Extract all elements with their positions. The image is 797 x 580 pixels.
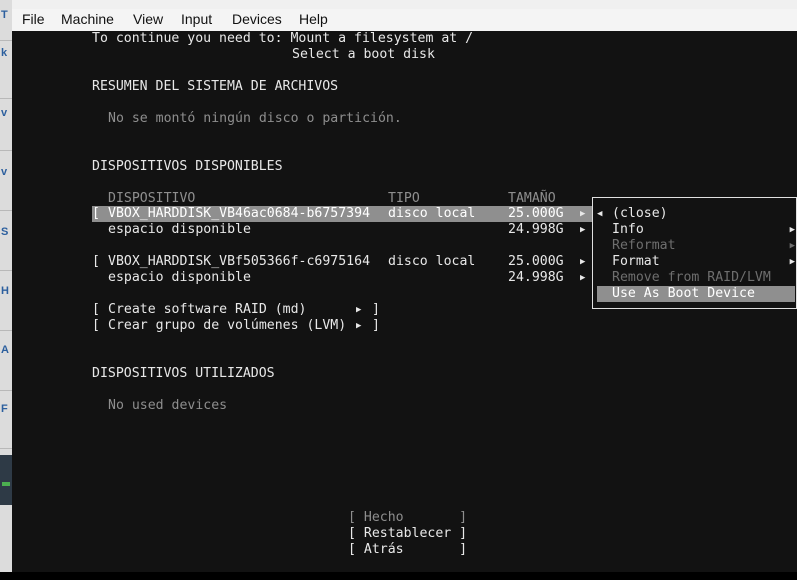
disk-bracket: [ [92, 206, 100, 221]
menu-item-label: Reformat [612, 238, 676, 253]
header-line-2: Select a boot disk [292, 47, 435, 62]
menu-input[interactable]: Input [181, 11, 212, 27]
chevron-left-icon: ◀ [597, 209, 603, 219]
bracket-open: [ [92, 318, 100, 333]
menu-item-label: Use As Boot Device [612, 286, 755, 301]
menu-item-reformat: Reformat ▶ [597, 238, 795, 254]
column-header-size: TAMAÑO [508, 191, 556, 206]
vm-menubar: File Machine View Input Devices Help [12, 9, 797, 31]
reset-button[interactable]: [ Restablecer ] [348, 526, 467, 542]
create-raid-label: Create software RAID (md) [108, 302, 307, 317]
free-space-arrow-icon[interactable]: ▶ [580, 270, 585, 286]
disk-name: VBOX_HARDDISK_VB46ac0684-b6757394 [108, 206, 371, 221]
menu-help[interactable]: Help [299, 11, 328, 27]
summary-empty-text: No se montó ningún disco o partición. [108, 111, 402, 126]
header-line-1: To continue you need to: Mount a filesys… [92, 31, 474, 46]
menu-item-label: Info [612, 222, 644, 237]
create-lvm-label: Crear grupo de volúmenes (LVM) [108, 318, 347, 333]
background-window-strip: T k v v S H A F F [0, 0, 12, 580]
disk-menu-arrow-icon[interactable]: ▶ [580, 254, 585, 270]
strip-letter: A [1, 344, 9, 356]
free-space-size: 24.998G [508, 222, 564, 237]
menu-item-info[interactable]: Info ▶ [597, 222, 795, 238]
free-space-label: espacio disponible [108, 270, 251, 285]
free-space-label: espacio disponible [108, 222, 251, 237]
disk-type: disco local [388, 254, 476, 269]
done-button[interactable]: [ Hecho ] [348, 510, 467, 526]
menu-item-format[interactable]: Format ▶ [597, 254, 795, 270]
menu-machine[interactable]: Machine [61, 11, 114, 27]
chevron-right-icon: ▶ [789, 241, 795, 251]
strip-letter: F [1, 403, 8, 415]
available-title: DISPOSITIVOS DISPONIBLES [92, 159, 283, 174]
disk-row-2[interactable]: [ VBOX_HARDDISK_VBf505366f-c6975164 disc… [92, 254, 592, 270]
disk-name: VBOX_HARDDISK_VBf505366f-c6975164 [108, 254, 371, 269]
vm-bottom-edge [0, 572, 797, 580]
used-empty-text: No used devices [108, 398, 228, 413]
strip-letter: v [1, 107, 8, 119]
chevron-right-icon: ▶ [789, 257, 795, 267]
menu-view[interactable]: View [133, 11, 163, 27]
bracket-close: ] [372, 302, 380, 317]
column-header-device: DISPOSITIVO [108, 191, 196, 206]
disk-size: 25.000G [508, 206, 564, 221]
menu-item-remove-raid-lvm: Remove from RAID/LVM [597, 270, 795, 286]
free-space-size: 24.998G [508, 270, 564, 285]
menu-item-label: Format [612, 254, 660, 269]
bracket-close: ] [372, 318, 380, 333]
disk-row-1[interactable]: [ VBOX_HARDDISK_VB46ac0684-b6757394 disc… [92, 206, 592, 222]
column-header-type: TIPO [388, 191, 420, 206]
menu-item-label: (close) [612, 206, 668, 221]
chevron-right-icon: ▶ [789, 225, 795, 235]
strip-letter: T [1, 9, 8, 21]
disk-type: disco local [388, 206, 476, 221]
summary-title: RESUMEN DEL SISTEMA DE ARCHIVOS [92, 79, 339, 94]
menu-devices[interactable]: Devices [232, 11, 282, 27]
menu-item-use-as-boot[interactable]: Use As Boot Device [597, 286, 795, 302]
bracket-open: [ [92, 302, 100, 317]
used-title: DISPOSITIVOS UTILIZADOS [92, 366, 275, 381]
strip-letter: H [1, 285, 9, 297]
strip-letter: v [1, 166, 8, 178]
strip-letter: S [1, 226, 9, 238]
menu-item-close[interactable]: ◀ (close) [597, 206, 795, 222]
disk-bracket: [ [92, 254, 100, 269]
chevron-right-icon: ▶ [356, 321, 362, 331]
disk-size: 25.000G [508, 254, 564, 269]
disk-menu-arrow-icon[interactable]: ▶ [580, 206, 585, 222]
strip-letter: k [1, 47, 8, 59]
free-space-arrow-icon[interactable]: ▶ [580, 222, 585, 238]
back-button[interactable]: [ Atrás ] [348, 542, 467, 558]
menu-file[interactable]: File [22, 11, 45, 27]
create-raid-button[interactable]: [ Create software RAID (md) ▶ ] [92, 302, 382, 318]
create-lvm-button[interactable]: [ Crear grupo de volúmenes (LVM) ▶ ] [92, 318, 382, 334]
chevron-right-icon: ▶ [356, 305, 362, 315]
device-action-menu: ◀ (close) Info ▶ Reformat ▶ Format ▶ Rem… [592, 197, 797, 309]
menu-item-label: Remove from RAID/LVM [612, 270, 771, 285]
